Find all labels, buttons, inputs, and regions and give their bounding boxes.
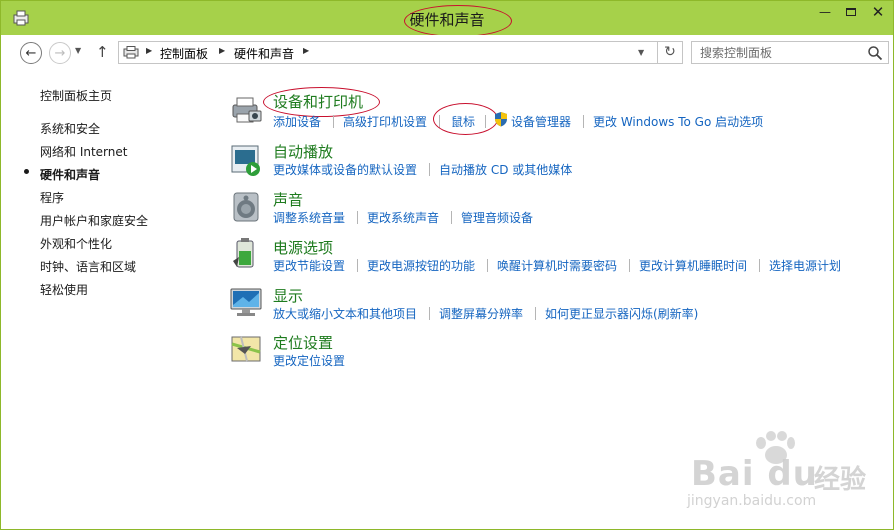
link-manage-audio[interactable]: 管理音频设备 [461, 209, 533, 226]
link-separator [333, 115, 334, 128]
link-sleep-time[interactable]: 更改计算机睡眠时间 [639, 257, 747, 274]
watermark-brand: Bai du [691, 454, 818, 494]
link-change-sounds[interactable]: 更改系统声音 [367, 209, 439, 226]
link-separator [583, 115, 584, 128]
sidebar-item-system-security[interactable]: 系统和安全 [40, 120, 100, 137]
navigation-bar: ← → ▼ ↑ ▶ 控制面板 ▶ 硬件和声音 ▶ ▼ ↻ [1, 35, 893, 69]
link-separator [357, 211, 358, 224]
link-autoplay-defaults[interactable]: 更改媒体或设备的默认设置 [273, 161, 417, 178]
search-box[interactable] [691, 41, 889, 64]
link-separator [759, 259, 760, 272]
sidebar-item-ease-of-access[interactable]: 轻松使用 [40, 281, 88, 298]
baidu-watermark: Bai du 经验 jingyan.baidu.com [681, 431, 881, 521]
link-separator [485, 115, 486, 128]
sidebar-item-clock-region[interactable]: 时钟、语言和区域 [40, 258, 136, 275]
category-location-settings[interactable]: 定位设置 [273, 332, 333, 353]
link-text-size[interactable]: 放大或缩小文本和其他项目 [273, 305, 417, 322]
breadcrumb-separator[interactable]: ▶ [146, 46, 152, 55]
annotation-oval-title [404, 5, 512, 37]
refresh-button[interactable]: ↻ [657, 42, 682, 63]
battery-icon[interactable] [229, 237, 263, 271]
link-separator [429, 163, 430, 176]
maximize-icon [846, 8, 856, 16]
location-icon[interactable] [229, 332, 263, 366]
breadcrumb-control-panel[interactable]: 控制面板 [160, 45, 208, 62]
category-autoplay[interactable]: 自动播放 [273, 141, 333, 162]
sidebar-item-programs[interactable]: 程序 [40, 189, 64, 206]
watermark-url: jingyan.baidu.com [687, 493, 817, 509]
category-sound[interactable]: 声音 [273, 189, 303, 210]
annotation-oval-mouse [433, 103, 498, 135]
link-screen-resolution[interactable]: 调整屏幕分辨率 [439, 305, 523, 322]
link-wake-password[interactable]: 唤醒计算机时需要密码 [497, 257, 617, 274]
close-button[interactable]: ✕ [863, 1, 893, 23]
search-icon[interactable] [867, 45, 883, 61]
link-separator [357, 259, 358, 272]
link-separator [629, 259, 630, 272]
sidebar-item-user-accounts[interactable]: 用户帐户和家庭安全 [40, 212, 148, 229]
control-panel-window: 硬件和声音 — ✕ ← → ▼ ↑ ▶ 控制面板 ▶ 硬件和声音 ▶ ▼ ↻ 搜… [0, 0, 894, 530]
forward-button[interactable]: → [49, 42, 71, 64]
link-change-location[interactable]: 更改定位设置 [273, 352, 345, 369]
link-windows-to-go[interactable]: 更改 Windows To Go 启动选项 [593, 113, 763, 130]
link-add-device[interactable]: 添加设备 [273, 113, 321, 130]
printer-icon[interactable] [229, 93, 263, 127]
link-separator [535, 307, 536, 320]
search-input[interactable] [700, 44, 860, 61]
back-button[interactable]: ← [20, 42, 42, 64]
category-display[interactable]: 显示 [273, 285, 303, 306]
sidebar-item-network[interactable]: 网络和 Internet [40, 143, 127, 160]
uac-shield-icon [495, 112, 507, 127]
breadcrumb-separator[interactable]: ▶ [303, 46, 309, 55]
link-advanced-printer[interactable]: 高级打印机设置 [343, 113, 427, 130]
active-item-bullet [24, 169, 29, 174]
link-adjust-volume[interactable]: 调整系统音量 [273, 209, 345, 226]
link-separator [429, 307, 430, 320]
address-history-dropdown[interactable]: ▼ [638, 48, 644, 57]
link-power-button[interactable]: 更改电源按钮的功能 [367, 257, 475, 274]
sidebar-item-hardware-sound[interactable]: 硬件和声音 [40, 166, 100, 183]
sidebar-item-home[interactable]: 控制面板主页 [40, 87, 112, 104]
link-power-saving[interactable]: 更改节能设置 [273, 257, 345, 274]
minimize-button[interactable]: — [812, 1, 838, 23]
link-refresh-rate[interactable]: 如何更正显示器闪烁(刷新率) [545, 305, 698, 322]
link-power-plan[interactable]: 选择电源计划 [769, 257, 841, 274]
breadcrumb-hardware-sound[interactable]: 硬件和声音 [234, 45, 294, 62]
autoplay-icon[interactable] [229, 143, 263, 177]
monitor-icon[interactable] [229, 285, 263, 319]
up-button[interactable]: ↑ [96, 43, 109, 61]
link-separator [451, 211, 452, 224]
control-panel-icon [123, 46, 139, 59]
watermark-brand-cn: 经验 [814, 465, 867, 495]
breadcrumb-separator[interactable]: ▶ [219, 46, 225, 55]
link-separator [487, 259, 488, 272]
title-bar[interactable]: 硬件和声音 — ✕ [1, 1, 893, 37]
link-device-manager[interactable]: 设备管理器 [511, 113, 571, 130]
link-autoplay-cd[interactable]: 自动播放 CD 或其他媒体 [439, 161, 572, 178]
recent-pages-dropdown[interactable]: ▼ [75, 46, 81, 55]
maximize-button[interactable] [838, 1, 864, 23]
speaker-icon[interactable] [229, 190, 263, 224]
sidebar-item-appearance[interactable]: 外观和个性化 [40, 235, 112, 252]
address-bar[interactable]: ▶ 控制面板 ▶ 硬件和声音 ▶ ▼ ↻ [118, 41, 683, 64]
category-power-options[interactable]: 电源选项 [273, 237, 333, 258]
